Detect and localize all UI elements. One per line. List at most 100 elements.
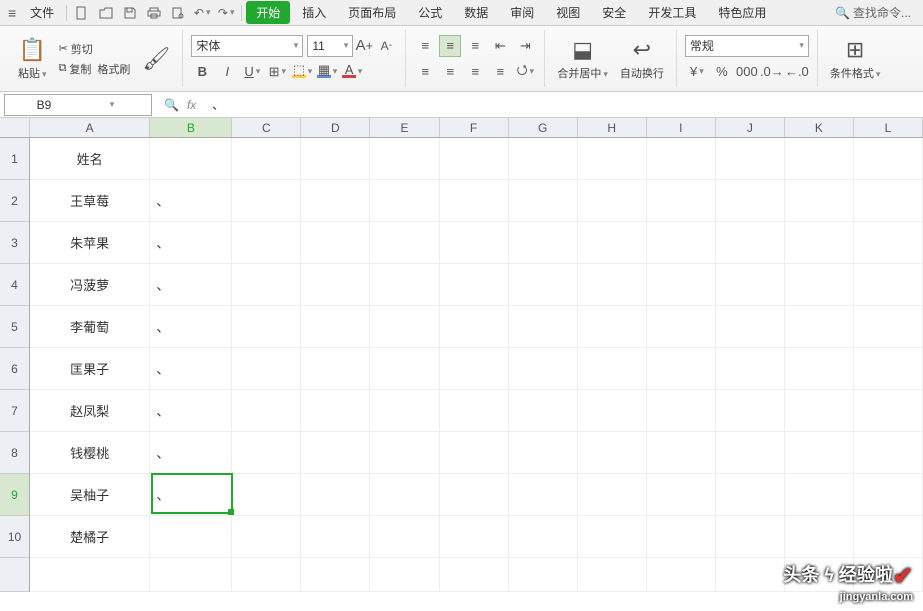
- font-color-button[interactable]: A▾: [341, 61, 363, 83]
- cell-D10[interactable]: [301, 516, 370, 557]
- cell-K4[interactable]: [785, 264, 854, 305]
- row-header-6[interactable]: 6: [0, 348, 29, 390]
- cells-area[interactable]: 姓名王草莓、朱苹果、冯菠萝、李葡萄、匡果子、赵凤梨、钱樱桃、吴柚子、楚橘子: [30, 138, 923, 592]
- cell-C1[interactable]: [232, 138, 301, 179]
- row-header-5[interactable]: 5: [0, 306, 29, 348]
- cell-D5[interactable]: [301, 306, 370, 347]
- cell-K8[interactable]: [785, 432, 854, 473]
- col-header-B[interactable]: B: [150, 118, 232, 137]
- tab-数据[interactable]: 数据: [454, 1, 498, 24]
- cell-F2[interactable]: [440, 180, 509, 221]
- cut-button[interactable]: ✂剪切: [55, 40, 135, 58]
- cell-J1[interactable]: [716, 138, 785, 179]
- cond-format-button[interactable]: ⊞ 条件格式▾: [826, 35, 885, 83]
- col-header-I[interactable]: I: [647, 118, 716, 137]
- tab-安全[interactable]: 安全: [592, 1, 636, 24]
- cell-H3[interactable]: [578, 222, 647, 263]
- row-header-[interactable]: [0, 558, 29, 592]
- cell-J[interactable]: [716, 558, 785, 591]
- cell-K2[interactable]: [785, 180, 854, 221]
- cell-A8[interactable]: 钱樱桃: [30, 432, 150, 473]
- row-header-1[interactable]: 1: [0, 138, 29, 180]
- row-header-7[interactable]: 7: [0, 390, 29, 432]
- cell-C8[interactable]: [232, 432, 301, 473]
- col-header-A[interactable]: A: [30, 118, 150, 137]
- tab-特色应用[interactable]: 特色应用: [708, 1, 776, 24]
- bold-button[interactable]: B: [191, 61, 213, 83]
- name-box[interactable]: B9 ▾: [4, 94, 152, 116]
- cell-C2[interactable]: [232, 180, 301, 221]
- dec-decimal-button[interactable]: ←.0: [786, 61, 808, 83]
- print-preview-icon[interactable]: [169, 4, 187, 22]
- align-left-button[interactable]: ≡: [414, 61, 436, 83]
- col-header-C[interactable]: C: [232, 118, 301, 137]
- cell-E5[interactable]: [370, 306, 439, 347]
- cell-A5[interactable]: 李葡萄: [30, 306, 150, 347]
- col-header-D[interactable]: D: [301, 118, 370, 137]
- cell-F3[interactable]: [440, 222, 509, 263]
- file-menu[interactable]: 文件: [22, 2, 62, 23]
- cell-style-button[interactable]: ▦▾: [316, 61, 338, 83]
- align-top-button[interactable]: ≡: [414, 35, 436, 57]
- cell-G9[interactable]: [509, 474, 578, 515]
- align-bottom-button[interactable]: ≡: [464, 35, 486, 57]
- cell-A4[interactable]: 冯菠萝: [30, 264, 150, 305]
- cell-A1[interactable]: 姓名: [30, 138, 150, 179]
- cell-H4[interactable]: [578, 264, 647, 305]
- cell-F10[interactable]: [440, 516, 509, 557]
- cell-B9[interactable]: 、: [150, 474, 232, 515]
- increase-font-button[interactable]: A+: [353, 35, 375, 57]
- cell-B7[interactable]: 、: [150, 390, 232, 431]
- open-icon[interactable]: [97, 4, 115, 22]
- cell-B10[interactable]: [150, 516, 232, 557]
- cell-L10[interactable]: [854, 516, 923, 557]
- formula-input[interactable]: 、: [204, 96, 923, 113]
- percent-button[interactable]: %: [711, 61, 733, 83]
- cell-L[interactable]: [854, 558, 923, 591]
- zoom-icon[interactable]: 🔍: [164, 98, 179, 112]
- cell-K9[interactable]: [785, 474, 854, 515]
- cell-B8[interactable]: 、: [150, 432, 232, 473]
- format-brush-button[interactable]: 🖌: [138, 44, 174, 74]
- paste-button[interactable]: 📋 粘贴▾: [14, 35, 51, 83]
- cell-H[interactable]: [578, 558, 647, 591]
- underline-button[interactable]: U▾: [241, 61, 263, 83]
- tab-视图[interactable]: 视图: [546, 1, 590, 24]
- cell-D2[interactable]: [301, 180, 370, 221]
- comma-button[interactable]: 000: [736, 61, 758, 83]
- cell-C[interactable]: [232, 558, 301, 591]
- align-right-button[interactable]: ≡: [464, 61, 486, 83]
- cell-L6[interactable]: [854, 348, 923, 389]
- cell-H5[interactable]: [578, 306, 647, 347]
- cell-F7[interactable]: [440, 390, 509, 431]
- cell-I2[interactable]: [647, 180, 716, 221]
- copy-button[interactable]: ⧉复制格式刷: [55, 60, 135, 78]
- row-header-4[interactable]: 4: [0, 264, 29, 306]
- cell-L8[interactable]: [854, 432, 923, 473]
- cell-L4[interactable]: [854, 264, 923, 305]
- orientation-button[interactable]: ⭯▾: [514, 61, 536, 83]
- italic-button[interactable]: I: [216, 61, 238, 83]
- col-header-K[interactable]: K: [785, 118, 854, 137]
- new-icon[interactable]: [73, 4, 91, 22]
- cell-K6[interactable]: [785, 348, 854, 389]
- cell-J5[interactable]: [716, 306, 785, 347]
- cell-D9[interactable]: [301, 474, 370, 515]
- cell-A2[interactable]: 王草莓: [30, 180, 150, 221]
- cell-J8[interactable]: [716, 432, 785, 473]
- cell-H7[interactable]: [578, 390, 647, 431]
- font-size-select[interactable]: 11▾: [307, 35, 353, 57]
- col-header-G[interactable]: G: [509, 118, 578, 137]
- cell-A9[interactable]: 吴柚子: [30, 474, 150, 515]
- cell-B1[interactable]: [150, 138, 232, 179]
- cell-D3[interactable]: [301, 222, 370, 263]
- cell-C5[interactable]: [232, 306, 301, 347]
- cell-D7[interactable]: [301, 390, 370, 431]
- tab-开始[interactable]: 开始: [246, 1, 290, 24]
- cell-I8[interactable]: [647, 432, 716, 473]
- cell-B[interactable]: [150, 558, 232, 591]
- cell-I10[interactable]: [647, 516, 716, 557]
- cell-G10[interactable]: [509, 516, 578, 557]
- cell-A[interactable]: [30, 558, 150, 591]
- cell-C10[interactable]: [232, 516, 301, 557]
